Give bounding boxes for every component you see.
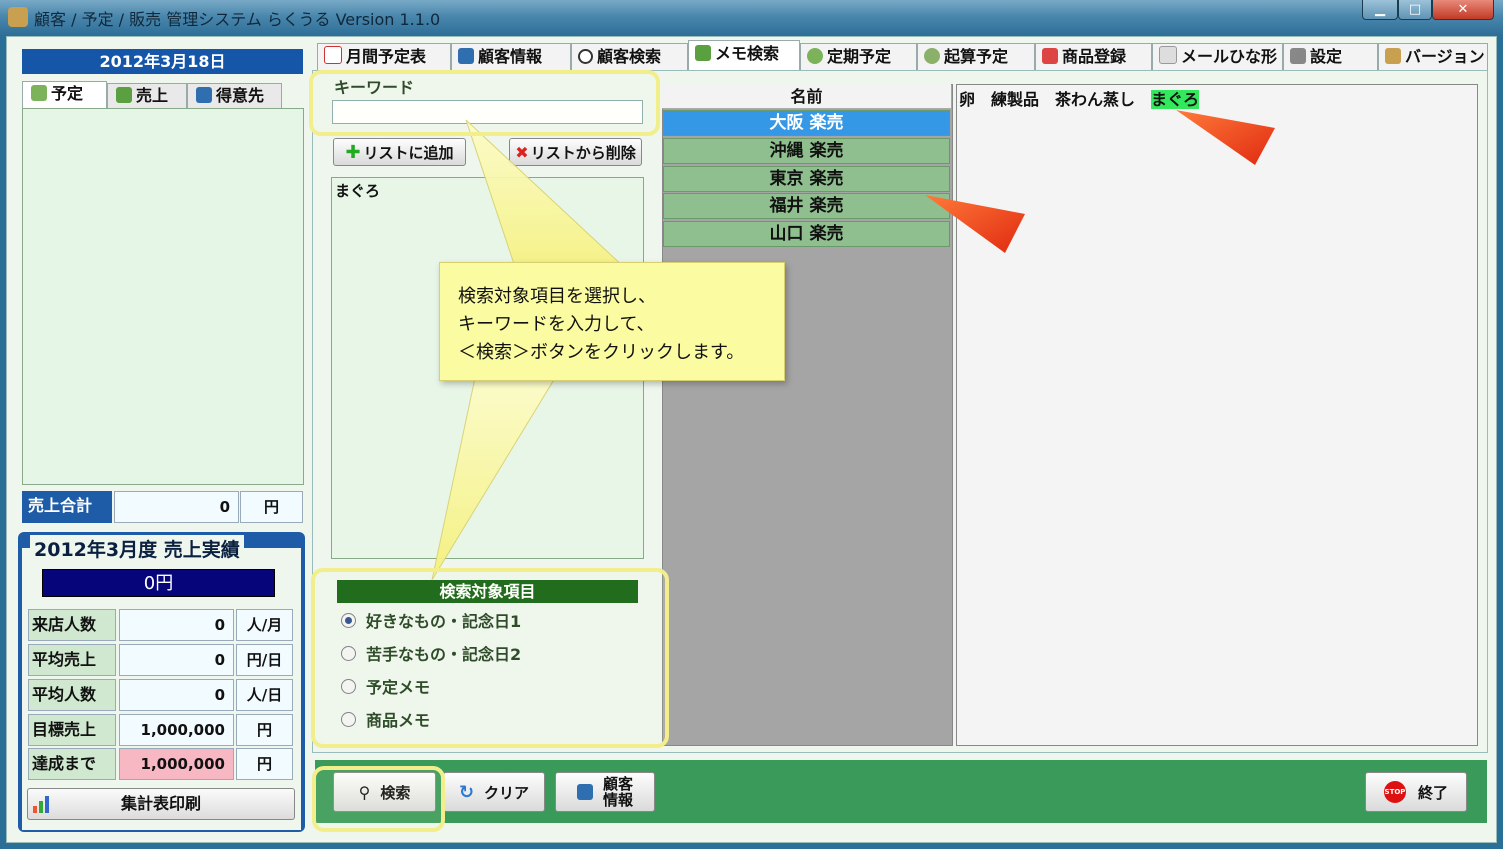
- table-row[interactable]: 東京 楽売: [663, 166, 950, 192]
- window-title: 顧客 / 予定 / 販売 管理システム らくうる Version 1.1.0: [34, 10, 441, 29]
- tab-schedule[interactable]: 予定: [22, 81, 107, 108]
- tab-clients[interactable]: 得意先: [187, 83, 282, 108]
- memo-word-highlighted: まぐろ: [1151, 90, 1200, 109]
- callout-line: 検索対象項目を選択し、: [458, 286, 656, 307]
- stop-icon: STOP: [1383, 781, 1406, 803]
- stat-value-target-sales: 1,000,000: [119, 714, 234, 746]
- schedule-list[interactable]: [22, 108, 304, 485]
- mail-icon: [1159, 46, 1177, 64]
- memo-text: 卵練製品 茶わん蒸し まぐろ: [959, 86, 1200, 110]
- stat-unit-avg-people: 人/日: [236, 679, 293, 711]
- stat-unit-avg-sales: 円/日: [236, 644, 293, 676]
- tab-memo-search[interactable]: メモ検索: [688, 40, 800, 71]
- stat-unit-visitors: 人/月: [236, 609, 293, 641]
- monthly-total: 0円: [42, 569, 275, 597]
- close-button[interactable]: ✕: [1432, 0, 1494, 20]
- table-row[interactable]: 福井 楽売: [663, 193, 950, 219]
- refresh-icon: ↻: [458, 781, 475, 803]
- tab-sales[interactable]: 売上: [107, 83, 187, 108]
- stat-value-avg-people: 0: [119, 679, 234, 711]
- clear-button[interactable]: ↻ クリア: [443, 772, 545, 812]
- add-to-list-button[interactable]: ✚ リストに追加: [333, 138, 466, 166]
- highlight-keyword-area: [309, 70, 660, 136]
- x-icon: ✖: [515, 142, 529, 162]
- stat-label-visitors: 来店人数: [28, 609, 116, 641]
- highlight-search-button: [312, 766, 445, 832]
- callout-line: キーワードを入力して、: [458, 314, 655, 335]
- customer-info-button[interactable]: 顧客 情報: [555, 772, 655, 812]
- monthly-results-title: 2012年3月度 売上実績: [30, 535, 244, 562]
- column-header-name[interactable]: 名前: [662, 84, 951, 109]
- tab-settings[interactable]: 設定: [1283, 43, 1378, 70]
- sales-total-label: 売上合計: [22, 491, 112, 523]
- callout-line: ＜検索＞ボタンをクリックします。: [458, 342, 745, 363]
- list-item[interactable]: まぐろ: [335, 180, 640, 201]
- table-row[interactable]: 山口 楽売: [663, 221, 950, 247]
- calendar-icon: [324, 46, 342, 64]
- gift-icon: [1042, 48, 1058, 64]
- people-icon: [458, 48, 474, 64]
- tab-product-registration[interactable]: 商品登録: [1035, 43, 1152, 70]
- tab-mail-template[interactable]: メールひな形: [1152, 43, 1283, 70]
- memo-display: [956, 84, 1478, 746]
- people-icon: [196, 87, 212, 103]
- highlight-search-target: [311, 568, 669, 748]
- print-summary-button[interactable]: 集計表印刷: [27, 788, 295, 820]
- memo-word: 茶わん蒸し: [1055, 90, 1136, 109]
- plus-icon: ✚: [345, 141, 361, 163]
- app-icon: [8, 7, 28, 27]
- maximize-button[interactable]: □: [1398, 0, 1432, 20]
- person-icon: [1385, 48, 1401, 64]
- current-date: 2012年3月18日: [22, 49, 303, 74]
- clock-icon: [31, 85, 47, 101]
- table-row[interactable]: 沖縄 楽売: [663, 138, 950, 164]
- stat-label-target-sales: 目標売上: [28, 714, 116, 746]
- stat-value-remaining: 1,000,000: [119, 748, 234, 780]
- stat-value-visitors: 0: [119, 609, 234, 641]
- stat-unit-remaining: 円: [236, 748, 293, 780]
- tab-customer-search[interactable]: 顧客検索: [571, 43, 688, 70]
- tab-version[interactable]: バージョン: [1378, 43, 1488, 70]
- table-row[interactable]: 大阪 楽売: [663, 110, 950, 136]
- stat-label-avg-sales: 平均売上: [28, 644, 116, 676]
- memo-word: 練製品: [991, 90, 1040, 109]
- memo-word: 卵: [959, 90, 976, 109]
- exit-button[interactable]: STOP 終了: [1365, 772, 1467, 812]
- search-icon: [578, 49, 593, 64]
- instruction-callout: 検索対象項目を選択し、 キーワードを入力して、 ＜検索＞ボタンをクリックします。: [439, 262, 785, 381]
- money-bag-icon: [116, 87, 132, 103]
- tab-monthly-schedule[interactable]: 月間予定表: [317, 43, 451, 70]
- remove-from-list-button[interactable]: ✖ リストから削除: [509, 138, 642, 166]
- tab-reckoning-schedule[interactable]: 起算予定: [917, 43, 1035, 70]
- stat-label-remaining: 達成まで: [28, 748, 116, 780]
- tab-periodic-schedule[interactable]: 定期予定: [800, 43, 917, 70]
- stat-value-avg-sales: 0: [119, 644, 234, 676]
- money-bag-icon: [695, 45, 711, 61]
- alarm-icon: [924, 48, 940, 64]
- stat-unit-target-sales: 円: [236, 714, 293, 746]
- sales-total-unit: 円: [240, 491, 303, 523]
- minimize-button[interactable]: ▁: [1362, 0, 1398, 20]
- people-icon: [576, 784, 593, 800]
- bar-chart-icon: [33, 796, 49, 813]
- clock-icon: [807, 48, 823, 64]
- stat-label-avg-people: 平均人数: [28, 679, 116, 711]
- sales-total-value: 0: [114, 491, 239, 523]
- tab-customer-info[interactable]: 顧客情報: [451, 43, 571, 70]
- tools-icon: [1290, 48, 1306, 64]
